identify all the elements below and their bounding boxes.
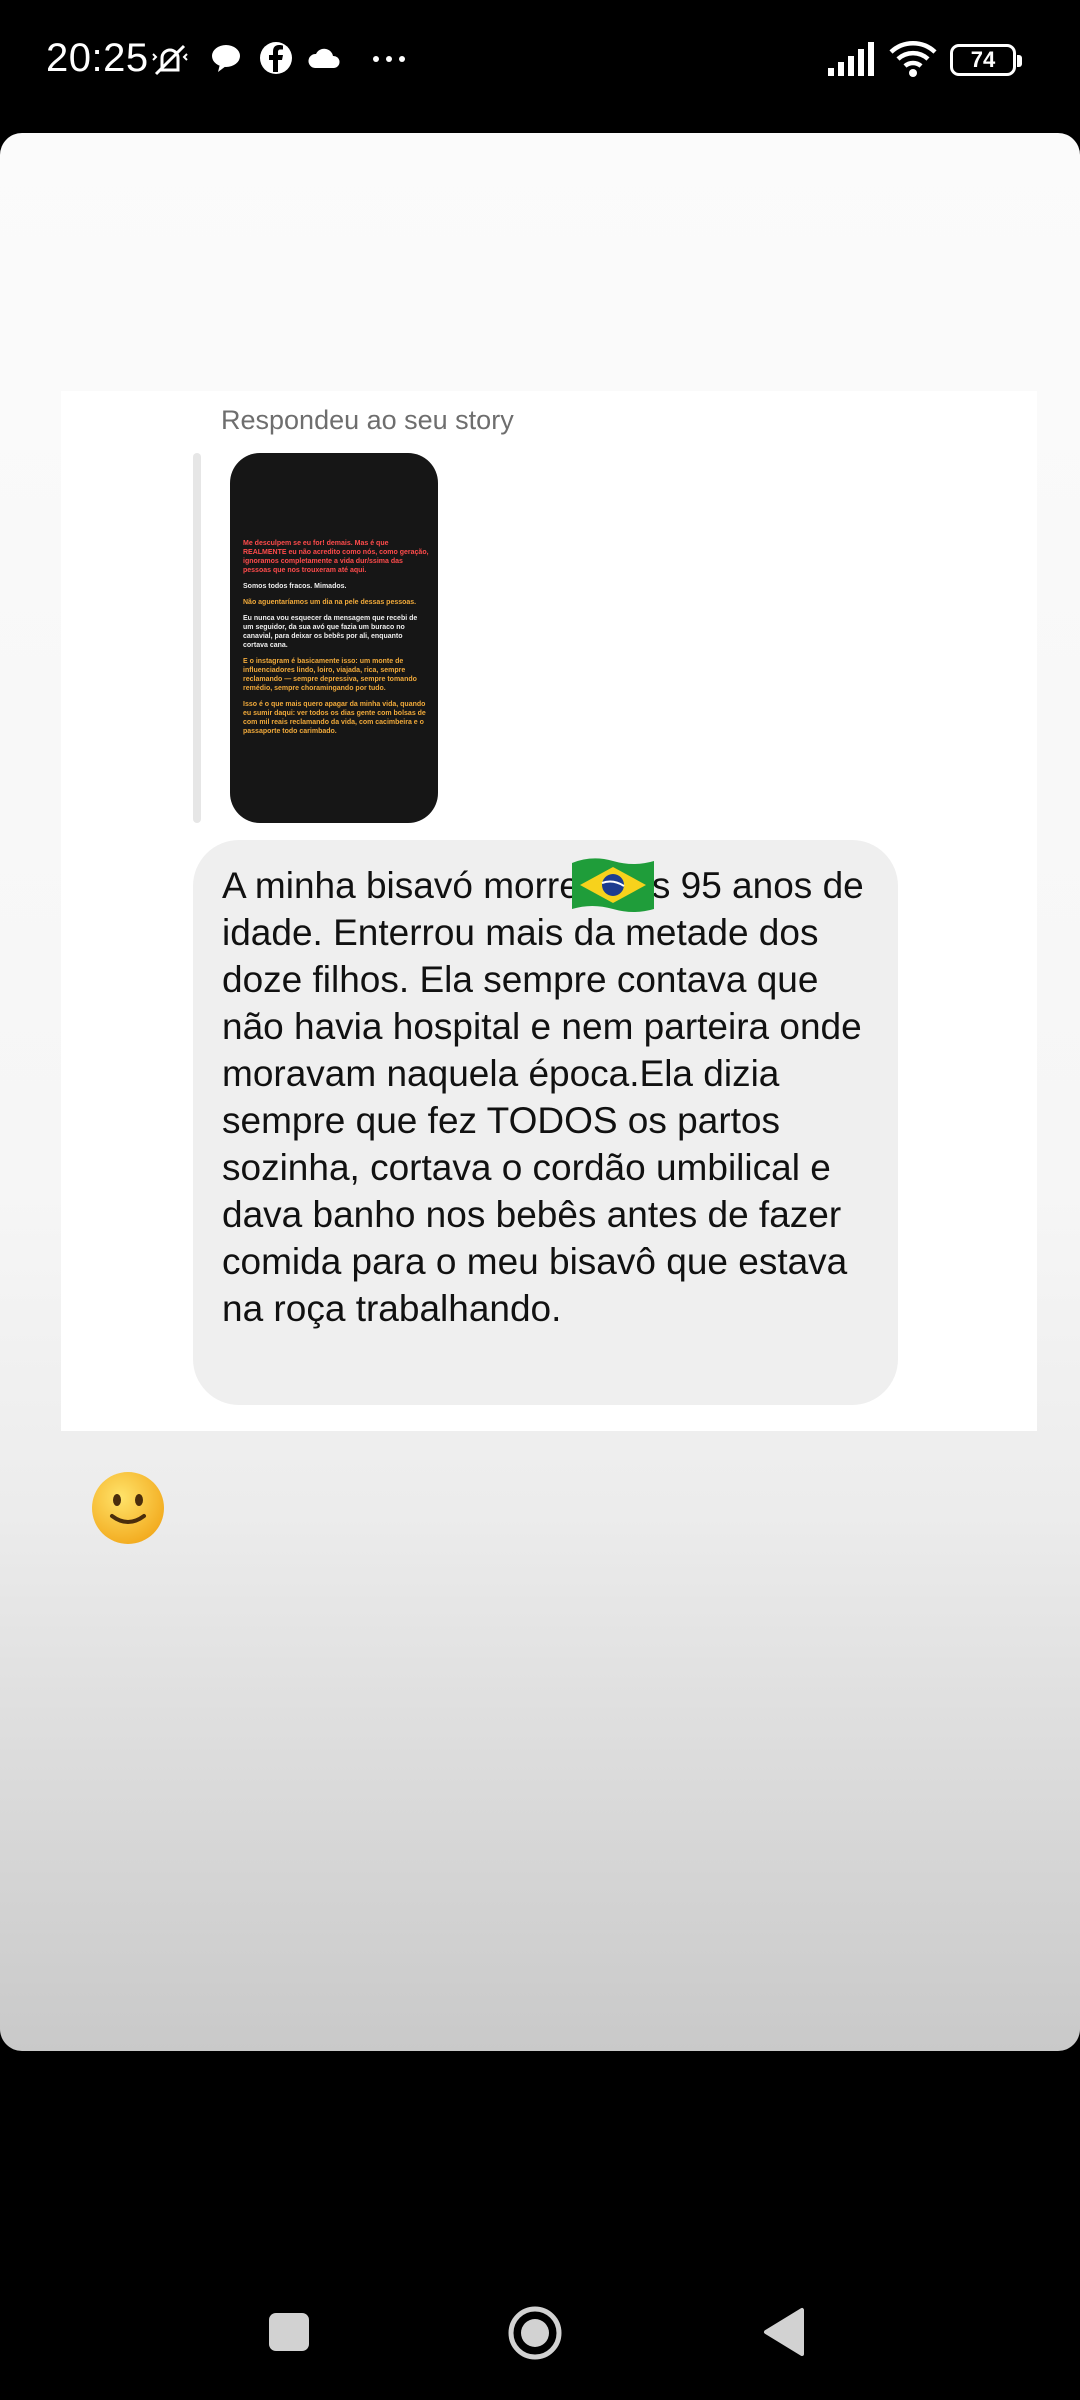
signal-icon (826, 40, 876, 78)
status-bar: 20:25 74 (0, 0, 1080, 125)
clock: 20:25 (46, 36, 149, 80)
chat-bubble-icon (208, 40, 244, 76)
story-line-2: Somos todos fracos. Mimados. (243, 583, 347, 590)
story-preview-text: Me desculpem se eu for! demais. Mas é qu… (243, 539, 429, 743)
story-line-4: Eu nunca vou esquecer da mensagem que re… (243, 615, 418, 649)
story-line-3: Não aguentaríamos um dia na pele dessas … (243, 599, 417, 606)
slightly-smiling-face-icon (90, 1470, 166, 1546)
message-bubble[interactable]: A minha bisavó morreu aos 95 anos de ida… (193, 840, 898, 1405)
story-line-5: E o instagram é basicamente isso: um mon… (243, 658, 417, 692)
back-icon[interactable] (760, 2306, 806, 2363)
navigation-bar (0, 2260, 1080, 2400)
brazil-flag-icon (570, 855, 656, 915)
message-text: A minha bisavó morreu aos 95 anos de ida… (222, 865, 864, 1329)
recent-apps-icon[interactable] (266, 2310, 312, 2359)
story-line-1: Me desculpem se eu for! demais. Mas é qu… (243, 540, 429, 574)
mute-vibrate-icon (150, 40, 190, 80)
story-preview[interactable]: Me desculpem se eu for! demais. Mas é qu… (230, 453, 438, 823)
home-icon[interactable] (506, 2304, 564, 2367)
wifi-icon (888, 40, 938, 78)
cloud-icon (306, 40, 344, 76)
reply-quote-line (193, 453, 201, 823)
facebook-icon (258, 40, 294, 76)
story-reply-caption: Respondeu ao seu story (221, 405, 514, 435)
more-dots-icon (370, 40, 410, 76)
story-reply-card: Respondeu ao seu story Me desculpem se e… (0, 133, 1080, 2051)
story-line-6: Isso é o que mais quero apagar da minha … (243, 701, 426, 735)
battery-icon: 74 (950, 44, 1022, 76)
